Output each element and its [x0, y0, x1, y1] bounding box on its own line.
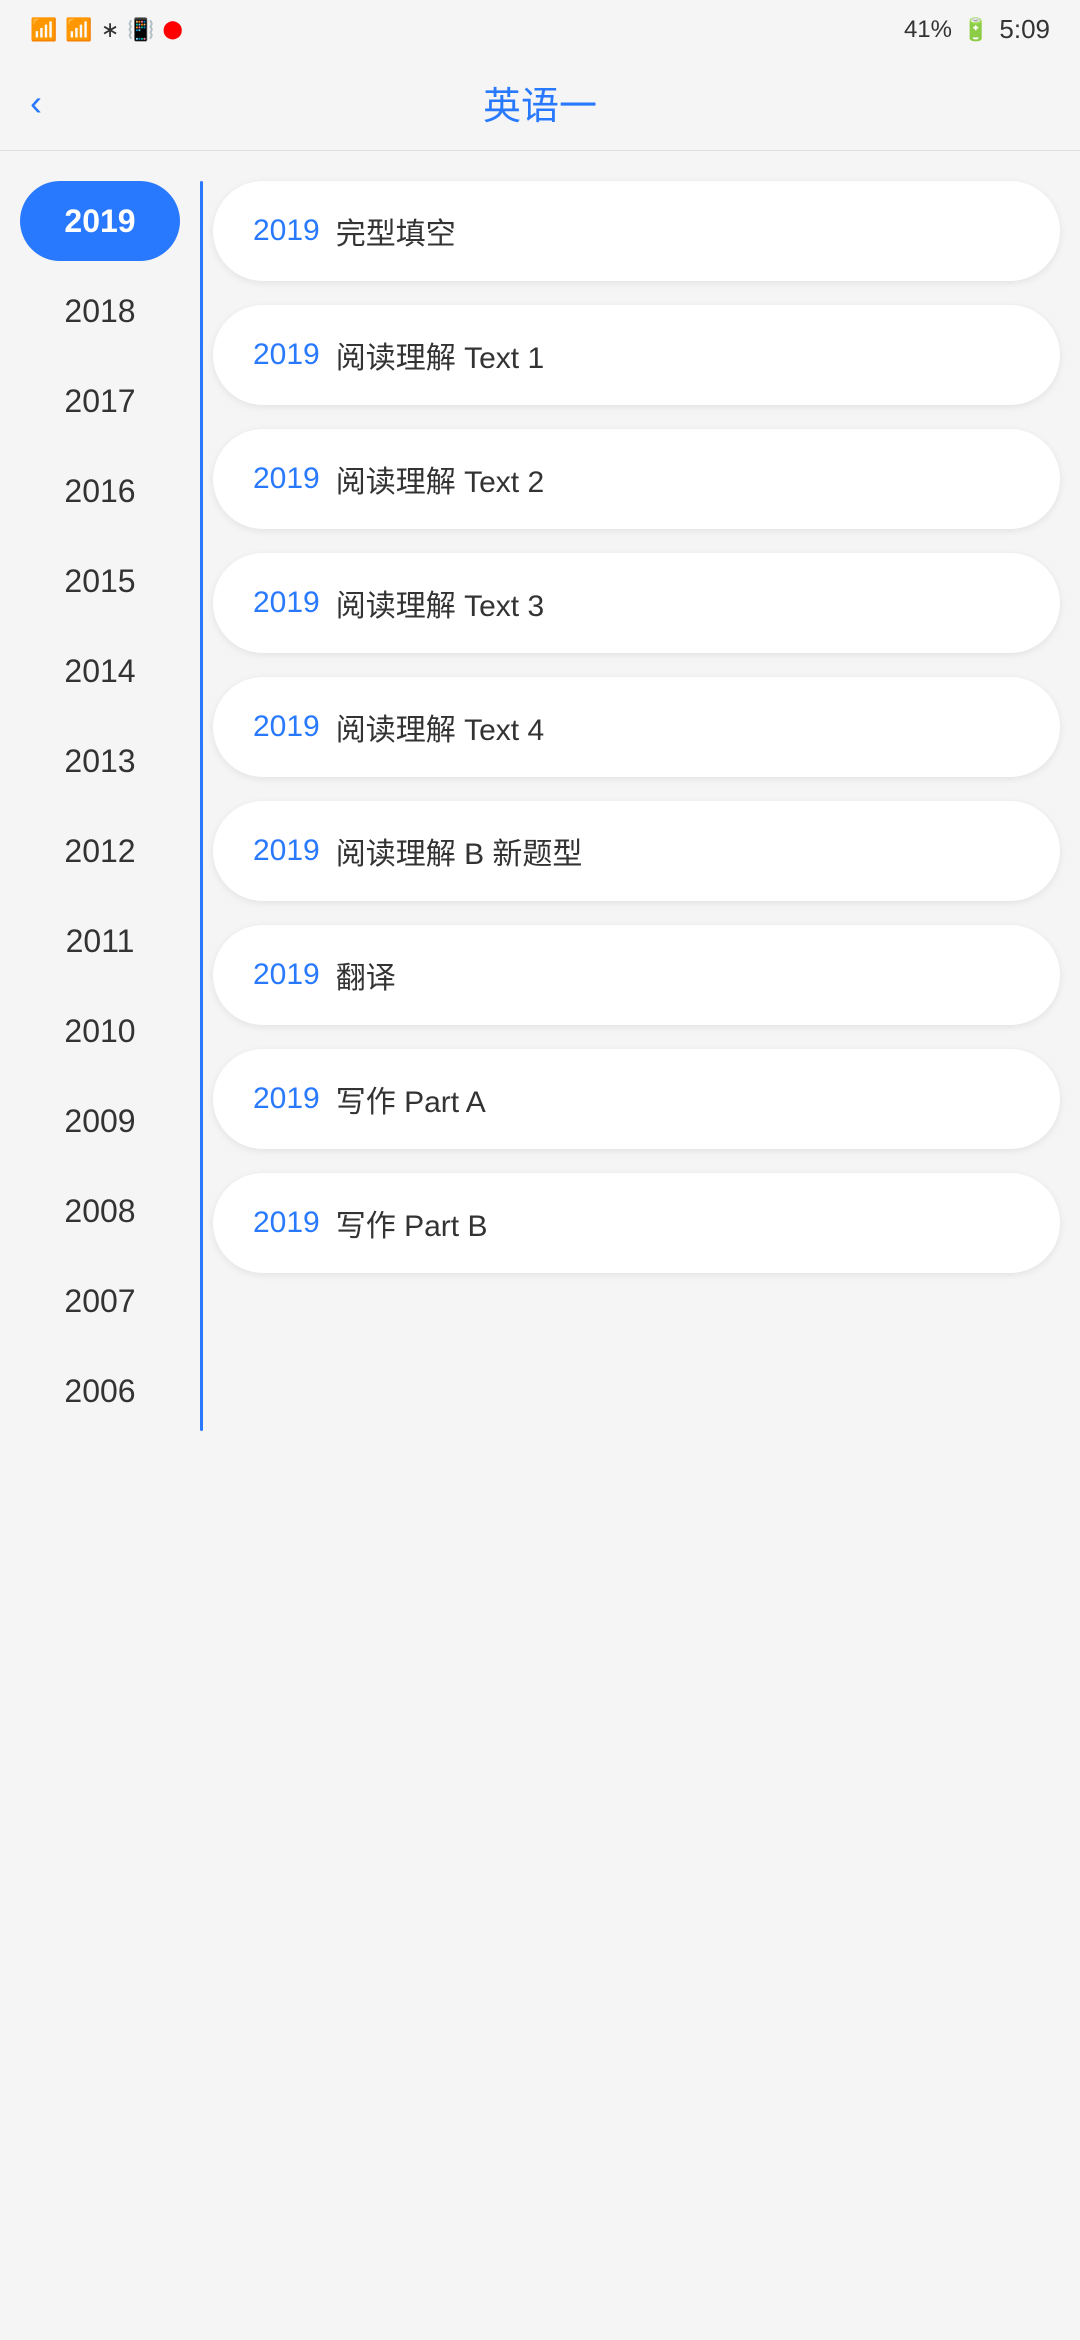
year-item-2009[interactable]: 2009 — [20, 1081, 180, 1161]
content-item-label-4: 阅读理解 Text 4 — [336, 705, 544, 749]
content-item-year-4: 2019 — [253, 710, 320, 744]
year-item-2015[interactable]: 2015 — [20, 541, 180, 621]
sim-icon: 📶 — [30, 17, 57, 43]
year-item-2018[interactable]: 2018 — [20, 271, 180, 351]
year-item-2010[interactable]: 2010 — [20, 991, 180, 1071]
content-item-year-7: 2019 — [253, 1082, 320, 1116]
content-item-label-5: 阅读理解 B 新题型 — [336, 829, 583, 873]
back-button[interactable]: ‹ — [30, 82, 42, 124]
content-item-year-0: 2019 — [253, 214, 320, 248]
battery-icon: 🔋 — [962, 17, 989, 43]
year-item-2017[interactable]: 2017 — [20, 361, 180, 441]
content-item-year-6: 2019 — [253, 958, 320, 992]
content-item-year-5: 2019 — [253, 834, 320, 868]
content-item-3[interactable]: 2019 阅读理解 Text 3 — [213, 553, 1060, 653]
content-item-1[interactable]: 2019 阅读理解 Text 1 — [213, 305, 1060, 405]
year-item-2016[interactable]: 2016 — [20, 451, 180, 531]
content-item-0[interactable]: 2019 完型填空 — [213, 181, 1060, 281]
content-item-label-0: 完型填空 — [336, 209, 456, 253]
content-item-2[interactable]: 2019 阅读理解 Text 2 — [213, 429, 1060, 529]
year-item-2008[interactable]: 2008 — [20, 1171, 180, 1251]
time-display: 5:09 — [999, 14, 1050, 45]
content-item-year-8: 2019 — [253, 1206, 320, 1240]
year-item-2019[interactable]: 2019 — [20, 181, 180, 261]
content-item-5[interactable]: 2019 阅读理解 B 新题型 — [213, 801, 1060, 901]
content-item-6[interactable]: 2019 翻译 — [213, 925, 1060, 1025]
content-item-label-8: 写作 Part B — [336, 1201, 488, 1245]
page-title: 英语一 — [483, 75, 597, 130]
status-bar: 📶 📶 ∗ 📳 ⬤ 41% 🔋 5:09 — [0, 0, 1080, 55]
year-item-2012[interactable]: 2012 — [20, 811, 180, 891]
year-item-2011[interactable]: 2011 — [20, 901, 180, 981]
content-item-4[interactable]: 2019 阅读理解 Text 4 — [213, 677, 1060, 777]
year-item-2014[interactable]: 2014 — [20, 631, 180, 711]
nav-bar: ‹ 英语一 — [0, 55, 1080, 151]
content-item-label-6: 翻译 — [336, 953, 396, 997]
status-icons-left: 📶 📶 ∗ 📳 ⬤ — [30, 17, 183, 43]
vibrate-icon: 📳 — [127, 17, 154, 43]
content-item-label-2: 阅读理解 Text 2 — [336, 457, 544, 501]
content-item-7[interactable]: 2019 写作 Part A — [213, 1049, 1060, 1149]
content-item-label-7: 写作 Part A — [336, 1077, 486, 1121]
content-item-year-2: 2019 — [253, 462, 320, 496]
content-item-8[interactable]: 2019 写作 Part B — [213, 1173, 1060, 1273]
year-item-2007[interactable]: 2007 — [20, 1261, 180, 1341]
battery-percentage: 41% — [904, 16, 952, 44]
wifi-icon: 📶 — [65, 17, 92, 43]
bluetooth-icon: ∗ — [101, 17, 119, 43]
main-content: 2019 2018 2017 2016 2015 2014 2013 2012 2011 2010… — [0, 151, 1080, 1461]
content-item-year-1: 2019 — [253, 338, 320, 372]
year-list: 2019 2018 2017 2016 2015 2014 2013 2012 2011 2010… — [0, 171, 200, 1441]
content-list: 2019完型填空2019阅读理解 Text 12019阅读理解 Text 220… — [203, 171, 1080, 1441]
content-item-label-3: 阅读理解 Text 3 — [336, 581, 544, 625]
status-info-right: 41% 🔋 5:09 — [904, 14, 1050, 45]
year-item-2013[interactable]: 2013 — [20, 721, 180, 801]
content-item-label-1: 阅读理解 Text 1 — [336, 333, 544, 377]
content-item-year-3: 2019 — [253, 586, 320, 620]
record-icon: ⬤ — [163, 19, 183, 40]
year-item-2006[interactable]: 2006 — [20, 1351, 180, 1431]
